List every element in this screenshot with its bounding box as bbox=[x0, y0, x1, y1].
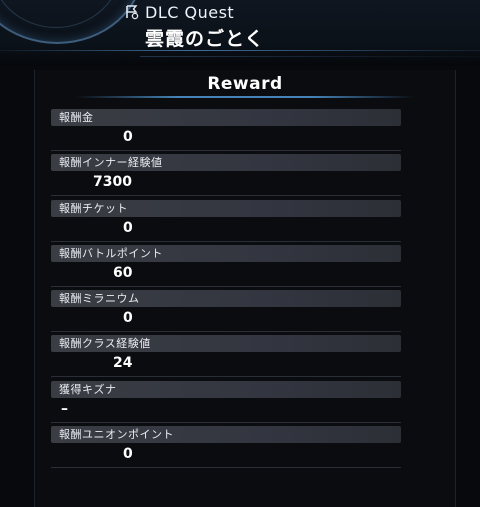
reward-value: 0 bbox=[123, 129, 133, 145]
reward-label: 報酬チケット bbox=[51, 199, 401, 217]
row-divider bbox=[51, 150, 401, 151]
reward-heading-underline bbox=[75, 96, 415, 98]
quest-marker-icon bbox=[126, 5, 139, 20]
reward-panel: Reward 報酬金 0 報酬インナー経験値 7300 報酬チケット 0 報酬バ… bbox=[34, 70, 456, 507]
reward-list: 報酬金 0 報酬インナー経験値 7300 報酬チケット 0 報酬バトルポイント … bbox=[51, 109, 401, 471]
row-divider bbox=[51, 240, 401, 242]
reward-row-money: 報酬金 0 bbox=[51, 109, 401, 154]
quest-header: DLC Quest 雲霞のごとく bbox=[0, 0, 480, 66]
reward-value: 7300 bbox=[93, 174, 132, 191]
reward-label: 報酬クラス経験値 bbox=[51, 335, 401, 353]
reward-row-affinity: 獲得キズナ – bbox=[51, 380, 401, 426]
reward-value: – bbox=[61, 400, 68, 417]
row-divider bbox=[51, 195, 401, 197]
reward-label: 報酬ユニオンポイント bbox=[51, 426, 401, 444]
reward-label: 報酬金 bbox=[51, 109, 401, 126]
header-divider-secondary bbox=[140, 56, 480, 57]
reward-row-class-exp: 報酬クラス経験値 24 bbox=[51, 335, 401, 380]
reward-value: 60 bbox=[113, 264, 133, 281]
row-divider bbox=[51, 376, 401, 378]
reward-value: 24 bbox=[113, 355, 133, 372]
reward-label: 獲得キズナ bbox=[51, 380, 401, 398]
reward-value: 0 bbox=[123, 219, 133, 236]
reward-row-miranium: 報酬ミラニウム 0 bbox=[51, 290, 401, 335]
reward-value: 0 bbox=[123, 446, 133, 463]
quest-title: 雲霞のごとく bbox=[145, 28, 265, 50]
quest-type-label: DLC Quest bbox=[145, 3, 235, 22]
reward-row-inner-exp: 報酬インナー経験値 7300 bbox=[51, 154, 401, 199]
reward-row-ticket: 報酬チケット 0 bbox=[51, 199, 401, 245]
reward-label: 報酬ミラニウム bbox=[51, 290, 401, 308]
reward-value: 0 bbox=[123, 310, 133, 327]
reward-label: 報酬インナー経験値 bbox=[51, 154, 401, 172]
reward-row-battle-points: 報酬バトルポイント 60 bbox=[51, 244, 401, 290]
row-divider bbox=[51, 285, 401, 287]
row-divider bbox=[51, 467, 401, 469]
row-divider bbox=[51, 421, 401, 423]
reward-heading: Reward bbox=[207, 74, 283, 94]
row-divider bbox=[51, 331, 401, 333]
reward-label: 報酬バトルポイント bbox=[51, 244, 401, 262]
reward-row-union-points: 報酬ユニオンポイント 0 bbox=[51, 426, 401, 471]
